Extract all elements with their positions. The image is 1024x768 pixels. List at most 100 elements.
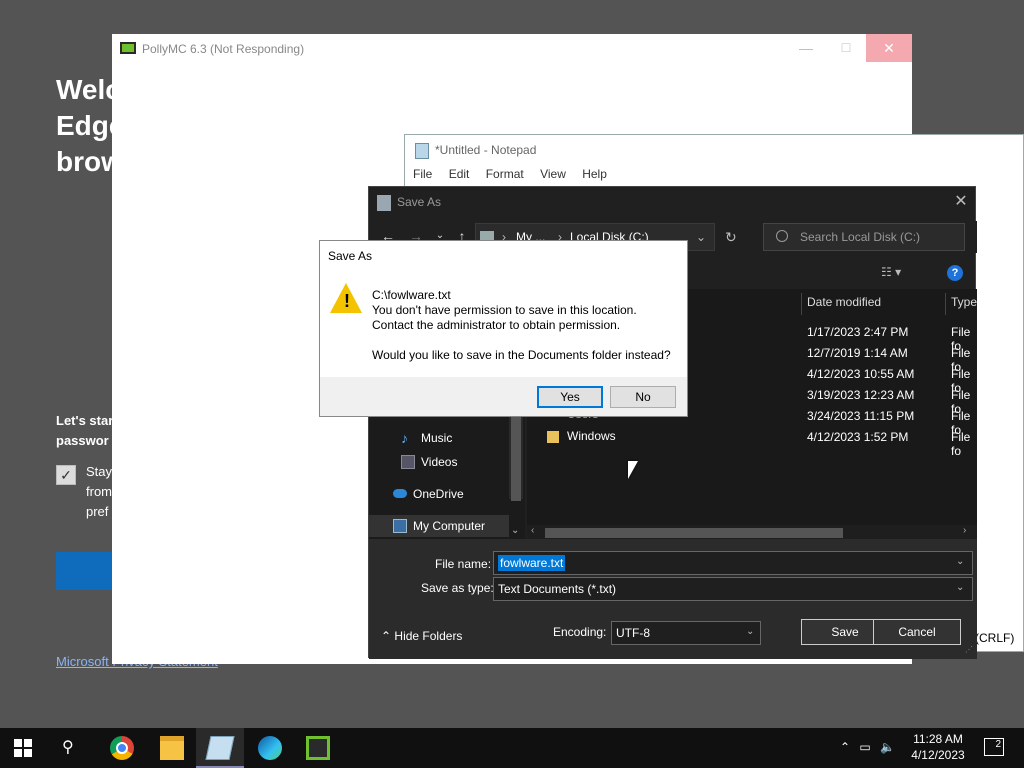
nav-item-label: Videos <box>421 455 458 469</box>
resize-grip-icon[interactable]: ⋰ <box>965 645 973 654</box>
pollymc-title: PollyMC 6.3 (Not Responding) <box>142 42 305 56</box>
chevron-right-icon[interactable]: › <box>963 525 966 536</box>
encoding-select[interactable]: UTF-8 ⌄ <box>611 621 761 645</box>
horizontal-scroll-thumb[interactable] <box>545 528 843 538</box>
system-tray: ⌃ ▭ 🔈 <box>840 740 895 754</box>
notifications-icon[interactable]: 2 <box>984 738 1004 756</box>
notepad-icon <box>415 143 429 159</box>
start-button[interactable] <box>14 739 32 757</box>
dialog-message-line-1: You don't have permission to save in thi… <box>372 303 637 317</box>
edge-lets-start-text: Let's star passwor <box>56 413 114 448</box>
edge-icon[interactable] <box>258 736 282 760</box>
pollymc-icon[interactable] <box>306 736 330 760</box>
column-separator[interactable] <box>945 293 946 315</box>
menu-view[interactable]: View <box>540 167 566 181</box>
chevron-down-icon[interactable]: ⌄ <box>746 626 754 637</box>
nav-pane-scroll-thumb[interactable] <box>511 411 521 501</box>
chevron-down-icon[interactable]: ⌄ <box>696 230 706 244</box>
notepad-status-line-ending: (CRLF) <box>975 631 1015 645</box>
chrome-icon[interactable] <box>110 736 134 760</box>
column-header-type[interactable]: Type <box>951 295 977 309</box>
edge-primary-button[interactable] <box>56 552 116 590</box>
close-icon[interactable]: ✕ <box>949 191 973 213</box>
nav-item-my-computer[interactable]: My Computer <box>369 515 509 537</box>
onedrive-cloud-icon <box>393 489 407 498</box>
chevron-left-icon[interactable]: ‹ <box>531 525 534 536</box>
row-date[interactable]: 1/17/2023 2:47 PM <box>807 325 908 339</box>
video-icon <box>401 455 415 469</box>
save-as-type-label: Save as type: <box>421 581 494 595</box>
row-type[interactable]: File fo <box>951 430 977 458</box>
clock-time[interactable]: 11:28 AM <box>906 732 970 746</box>
save-as-type-value: Text Documents (*.txt) <box>498 582 617 596</box>
file-name-input[interactable]: fowlware.txt ⌄ <box>493 551 973 575</box>
dialog-question: Would you like to save in the Documents … <box>372 348 671 362</box>
chevron-down-icon[interactable]: ⌄ <box>956 556 964 567</box>
dialog-path: C:\fowlware.txt <box>372 288 451 302</box>
chevron-down-icon[interactable]: ⌄ <box>956 582 964 593</box>
menu-file[interactable]: File <box>413 167 432 181</box>
notepad-title: *Untitled - Notepad <box>435 143 537 157</box>
row-date[interactable]: 12/7/2019 1:14 AM <box>807 346 908 360</box>
file-explorer-icon[interactable] <box>160 736 184 760</box>
maximize-icon[interactable]: ☐ <box>826 34 866 62</box>
chevron-up-icon[interactable]: ⌃ <box>840 740 850 754</box>
nav-item-music[interactable]: ♪ Music <box>401 427 452 449</box>
clock-date[interactable]: 4/12/2023 <box>906 748 970 762</box>
view-options-icon[interactable]: ☷ ▾ <box>881 265 901 279</box>
no-button[interactable]: No <box>610 386 676 408</box>
music-icon: ♪ <box>401 430 408 446</box>
permission-dialog-body: Save As ! C:\fowlware.txt You don't have… <box>320 241 687 377</box>
encoding-label: Encoding: <box>553 625 607 639</box>
cancel-button[interactable]: Cancel <box>873 619 961 645</box>
search-icon <box>776 230 788 242</box>
encoding-value: UTF-8 <box>616 626 650 640</box>
windows-logo-icon <box>14 749 22 757</box>
hide-folders-label: Hide Folders <box>394 629 463 643</box>
hide-folders-button[interactable]: ⌃ Hide Folders <box>381 629 462 643</box>
folder-icon <box>547 431 559 443</box>
notepad-menubar: File Edit Format View Help <box>413 167 620 187</box>
edge-welcome-heading: Welc Edge brow <box>56 74 125 177</box>
notepad-icon[interactable] <box>205 736 235 760</box>
taskbar: ⚲ ⌃ ▭ 🔈 11:28 AM 4/12/2023 2 <box>0 728 1024 768</box>
save-as-title: Save As <box>397 195 442 209</box>
menu-edit[interactable]: Edit <box>449 167 470 181</box>
menu-help[interactable]: Help <box>582 167 607 181</box>
nav-item-label: OneDrive <box>413 487 464 501</box>
search-icon[interactable]: ⚲ <box>62 737 74 757</box>
search-input[interactable]: Search Local Disk (C:) <box>763 223 965 251</box>
row-date[interactable]: 3/19/2023 12:23 AM <box>807 388 914 402</box>
horizontal-scrollbar[interactable]: ‹ › <box>527 525 977 539</box>
file-name-value: fowlware.txt <box>498 555 566 571</box>
row-date[interactable]: 4/12/2023 10:55 AM <box>807 367 914 381</box>
close-icon[interactable]: ✕ <box>866 34 912 62</box>
pollymc-titlebar[interactable]: PollyMC 6.3 (Not Responding) — ☐ ✕ <box>112 34 912 64</box>
mouse-cursor-icon <box>628 461 638 479</box>
nav-item-videos[interactable]: Videos <box>401 451 457 473</box>
network-icon[interactable]: ▭ <box>859 740 870 754</box>
nav-item-label: My Computer <box>413 519 486 533</box>
menu-format[interactable]: Format <box>486 167 524 181</box>
yes-button[interactable]: Yes <box>537 386 603 408</box>
refresh-icon[interactable]: ↻ <box>725 229 737 246</box>
minimize-icon[interactable]: — <box>786 34 826 62</box>
windows-logo-icon <box>14 739 22 747</box>
permission-dialog-title: Save As <box>328 249 373 263</box>
chevron-down-icon[interactable]: ⌄ <box>511 525 519 536</box>
row-date[interactable]: 3/24/2023 11:15 PM <box>807 409 914 423</box>
nav-item-onedrive[interactable]: OneDrive <box>393 483 464 505</box>
save-as-type-select[interactable]: Text Documents (*.txt) ⌄ <box>493 577 973 601</box>
help-icon[interactable]: ? <box>947 265 963 281</box>
dialog-message-line-2: Contact the administrator to obtain perm… <box>372 318 621 332</box>
nav-item-label: Music <box>421 431 453 445</box>
computer-icon <box>393 519 407 533</box>
edge-stay-checkbox[interactable]: ✓ <box>56 465 76 485</box>
row-name[interactable]: Windows <box>567 429 616 443</box>
volume-icon[interactable]: 🔈 <box>880 740 895 754</box>
row-date[interactable]: 4/12/2023 1:52 PM <box>807 430 908 444</box>
chevron-up-icon: ⌃ <box>381 629 392 643</box>
column-separator[interactable] <box>801 293 802 315</box>
column-header-date[interactable]: Date modified <box>807 295 881 309</box>
pollymc-app-icon <box>120 42 136 54</box>
